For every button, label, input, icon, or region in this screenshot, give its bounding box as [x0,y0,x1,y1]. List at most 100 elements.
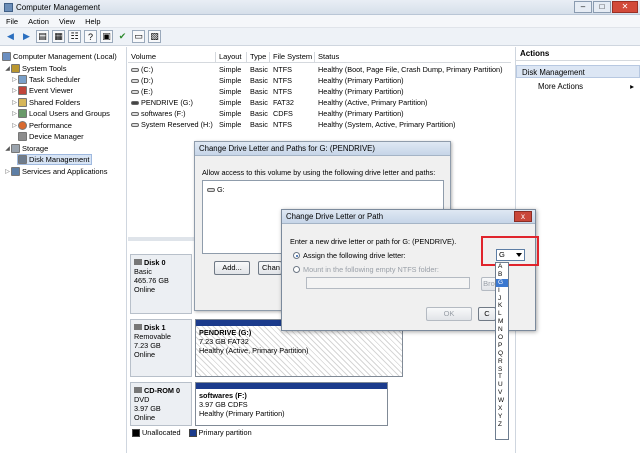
expand-arrow-icon[interactable]: ▷ [4,168,11,175]
window-controls: – □ ✕ [574,1,638,13]
drive-letter-option[interactable]: Q [496,350,508,358]
tree-item-services[interactable]: ▷ Services and Applications [4,166,107,177]
column-type[interactable]: Type [247,52,270,62]
dialog-title: Change Drive Letter or Path [282,210,535,224]
menu-file[interactable]: File [6,17,18,26]
table-row[interactable]: softwares (F:) Simple Basic CDFS Healthy… [128,108,511,119]
drive-letter-option[interactable]: P [496,342,508,350]
table-row[interactable]: (C:) Simple Basic NTFS Healthy (Boot, Pa… [128,64,511,75]
forward-arrow-icon[interactable]: ▶ [20,30,33,43]
settings-icon[interactable]: ▧ [148,30,161,43]
help-icon[interactable]: ? [84,30,97,43]
maximize-icon[interactable]: □ [593,1,611,13]
actions-disk-management[interactable]: Disk Management [516,65,640,78]
tree-item-event-viewer[interactable]: ▷ Event Viewer [11,85,73,96]
column-layout[interactable]: Layout [216,52,247,62]
column-file-system[interactable]: File System [270,52,315,62]
drive-letter-option[interactable]: M [496,318,508,326]
column-volume[interactable]: Volume [128,52,216,62]
ok-button[interactable]: OK [426,307,472,321]
tree-item-system-tools[interactable]: ◢ System Tools [4,63,66,74]
menu-bar: File Action View Help [0,15,640,28]
close-icon[interactable]: x [514,211,532,222]
assign-letter-radio[interactable]: Assign the following drive letter: [293,251,406,260]
drive-letter-option[interactable]: J [496,295,508,303]
event-viewer-icon [18,86,27,95]
drive-letter-option[interactable]: U [496,381,508,389]
up-folder-icon[interactable]: ▤ [36,30,49,43]
back-arrow-icon[interactable]: ◀ [4,30,17,43]
softwares-partition[interactable]: softwares (F:) 3.97 GB CDFS Healthy (Pri… [195,382,388,426]
expand-arrow-icon[interactable]: ▷ [11,110,18,117]
drive-letter-option[interactable]: I [496,287,508,295]
cancel-button[interactable]: C [478,307,496,321]
dialog-prompt: Enter a new drive letter or path for G: … [290,237,457,246]
drive-letter-option[interactable]: X [496,405,508,413]
radio-unselected-icon [293,266,300,273]
check-icon[interactable]: ✔ [116,30,129,43]
expand-arrow-icon[interactable]: ▷ [11,99,18,106]
disk-management-icon [18,155,27,164]
folder-path-input[interactable] [306,277,470,289]
disk-1-label[interactable]: Disk 1 Removable 7.23 GB Online [130,319,192,377]
close-icon[interactable]: ✕ [612,1,638,13]
drive-letter-option[interactable]: V [496,389,508,397]
minimize-icon[interactable]: – [574,1,592,13]
menu-view[interactable]: View [59,17,75,26]
collapse-arrow-icon[interactable]: ◢ [4,145,11,152]
expand-arrow-icon[interactable]: ▷ [11,87,18,94]
drive-letter-option[interactable]: A [496,263,508,271]
menu-action[interactable]: Action [28,17,49,26]
drive-letter-option[interactable]: Y [496,413,508,421]
table-row[interactable]: (D:) Simple Basic NTFS Healthy (Primary … [128,75,511,86]
show-hide-tree-icon[interactable]: ▦ [52,30,65,43]
list-item[interactable]: G: [207,185,225,194]
expand-arrow-icon[interactable]: ▷ [11,122,18,129]
tree-item-storage[interactable]: ◢ Storage [4,143,48,154]
cdrom-0-row: CD-ROM 0 DVD 3.97 GB Online softwares (F… [130,382,512,426]
drive-letter-option[interactable]: T [496,373,508,381]
rescan-icon[interactable]: ▭ [132,30,145,43]
drive-letter-option[interactable]: N [496,326,508,334]
drive-letter-option[interactable]: B [496,271,508,279]
mount-folder-radio[interactable]: Mount in the following empty NTFS folder… [293,265,439,274]
tree-item-local-users[interactable]: ▷ Local Users and Groups [11,108,110,119]
drive-letter-dropdown-list[interactable]: A B G I J K L M N O P Q R S T U V W X Y … [495,262,509,440]
menu-help[interactable]: Help [85,17,100,26]
collapse-arrow-icon[interactable]: ◢ [4,65,11,72]
properties-icon[interactable]: ☷ [68,30,81,43]
table-row[interactable]: PENDRIVE (G:) Simple Basic FAT32 Healthy… [128,97,511,108]
more-actions[interactable]: More Actions ▸ [516,82,640,91]
drive-icon [207,187,215,192]
drive-letter-option[interactable]: K [496,302,508,310]
tree-item-disk-management[interactable]: Disk Management [17,154,93,165]
volume-icon [131,123,139,128]
tools-icon [11,64,20,73]
disk-view-icon[interactable]: ▣ [100,30,113,43]
drive-letter-option[interactable]: L [496,310,508,318]
tree-item-device-manager[interactable]: Device Manager [18,131,84,142]
drive-letter-option[interactable]: W [496,397,508,405]
table-row[interactable]: (E:) Simple Basic NTFS Healthy (Primary … [128,86,511,97]
change-button[interactable]: Chan [258,261,282,275]
add-button[interactable]: Add... [214,261,250,275]
volume-list-header: Volume Layout Type File System Status [128,52,511,63]
tree-item-performance[interactable]: ▷ Performance [11,120,72,131]
expand-arrow-icon[interactable]: ▷ [11,76,18,83]
tree-item-root[interactable]: Computer Management (Local) [2,51,117,62]
column-status[interactable]: Status [315,52,511,62]
drive-letter-option[interactable]: R [496,358,508,366]
tree-item-shared-folders[interactable]: ▷ Shared Folders [11,97,80,108]
table-row[interactable]: System Reserved (H:) Simple Basic NTFS H… [128,119,511,130]
computer-management-window: Computer Management – □ ✕ File Action Vi… [0,0,640,453]
dialog-title: Change Drive Letter and Paths for G: (PE… [195,142,450,156]
drive-letter-option[interactable]: Z [496,421,508,429]
drive-letter-option[interactable]: O [496,334,508,342]
disk-0-label[interactable]: Disk 0 Basic 465.76 GB Online [130,254,192,314]
hard-disk-icon [134,259,142,265]
drive-letter-option[interactable]: S [496,366,508,374]
drive-letter-option-selected[interactable]: G [496,278,508,287]
performance-icon [18,121,27,130]
tree-item-task-scheduler[interactable]: ▷ Task Scheduler [11,74,80,85]
cdrom-0-label[interactable]: CD-ROM 0 DVD 3.97 GB Online [130,382,192,426]
